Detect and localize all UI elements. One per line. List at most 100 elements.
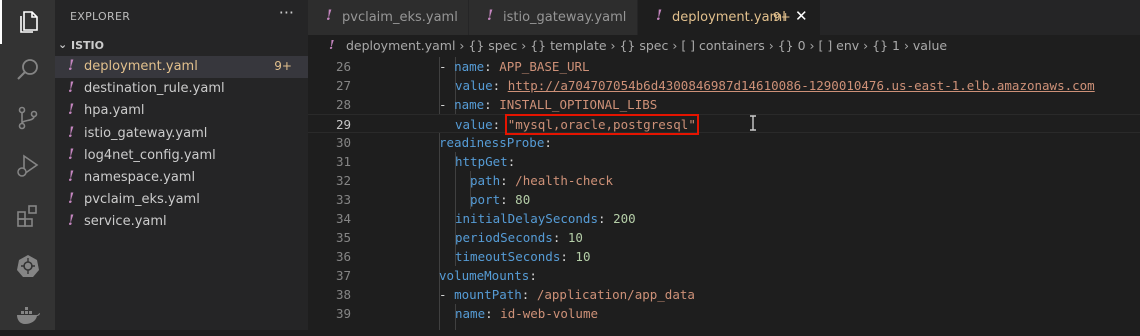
line-number: 28 xyxy=(335,97,351,112)
code-line: 28 - name: INSTALL_OPTIONAL_LIBS xyxy=(308,95,1140,114)
code-line: 26 - name: APP_BASE_URL xyxy=(308,57,1140,76)
file-label: hpa.yaml xyxy=(84,103,145,118)
yaml-key: mountPath xyxy=(454,287,522,302)
folder-label: ISTIO xyxy=(71,39,104,52)
yaml-key: volumeMounts xyxy=(439,268,530,283)
docker-icon[interactable] xyxy=(0,292,55,336)
yaml-key: timeoutSeconds xyxy=(455,249,561,264)
yaml-value: INSTALL_OPTIONAL_LIBS xyxy=(499,97,658,112)
line-number: 32 xyxy=(335,173,351,188)
explorer-icon[interactable] xyxy=(0,0,55,44)
code-editor[interactable]: 26 - name: APP_BASE_URL 27 value: http:/… xyxy=(308,57,1140,330)
file-item-istio-gateway[interactable]: ! istio_gateway.yaml xyxy=(55,123,308,145)
yaml-value: APP_BASE_URL xyxy=(499,59,590,74)
file-item-namespace[interactable]: ! namespace.yaml xyxy=(55,167,308,189)
line-number: 35 xyxy=(335,230,351,245)
yaml-value: /health-check xyxy=(515,173,614,188)
yaml-key: name xyxy=(454,59,485,74)
yaml-file-icon: ! xyxy=(329,37,335,52)
line-number: 37 xyxy=(335,268,351,283)
yaml-key: name xyxy=(454,97,485,112)
yaml-key: port xyxy=(470,192,501,207)
activity-bar xyxy=(0,0,55,330)
highlighted-value: "mysql,oracle,postgresql" xyxy=(504,114,699,135)
extensions-icon[interactable] xyxy=(0,194,55,238)
file-label: log4net_config.yaml xyxy=(84,148,216,163)
file-label: istio_gateway.yaml xyxy=(84,126,208,141)
yaml-value: 200 xyxy=(613,211,636,226)
yaml-key: periodSeconds xyxy=(455,230,553,245)
file-item-deployment[interactable]: ! deployment.yaml 9+ xyxy=(55,56,308,78)
yaml-value: id-web-volume xyxy=(500,306,599,321)
tab-label: istio_gateway.yaml xyxy=(503,10,627,25)
explorer-title: EXPLORER xyxy=(70,10,131,23)
tab-deployment[interactable]: ! deployment.yaml 9+ ✕ xyxy=(638,0,821,35)
yaml-file-icon: ! xyxy=(68,102,75,118)
folder-istio[interactable]: ⌄ ISTIO xyxy=(55,36,308,56)
line-number: 29 xyxy=(335,117,351,132)
yaml-key: value xyxy=(455,117,493,132)
source-control-icon[interactable] xyxy=(0,96,55,140)
yaml-key: httpGet xyxy=(455,154,508,169)
yaml-file-icon: ! xyxy=(656,8,663,24)
yaml-file-icon: ! xyxy=(68,80,75,96)
line-number: 38 xyxy=(335,287,351,302)
url-link[interactable]: http://a704707054b6d4300846987d14610086-… xyxy=(508,78,1095,93)
tab-problems-badge: 9+ xyxy=(773,10,791,24)
code-line: 38 - mountPath: /application/app_data xyxy=(308,285,1140,304)
code-line: 33 port: 80 xyxy=(308,190,1140,209)
editor-tab-bar: ! pvclaim_eks.yaml ! istio_gateway.yaml … xyxy=(308,0,1140,35)
yaml-file-icon: ! xyxy=(487,8,494,24)
file-item-pvclaim-eks[interactable]: ! pvclaim_eks.yaml xyxy=(55,189,308,211)
yaml-value: 10 xyxy=(567,230,583,245)
file-item-destination-rule[interactable]: ! destination_rule.yaml xyxy=(55,78,308,100)
file-label: service.yaml xyxy=(84,214,167,229)
line-number: 30 xyxy=(335,135,351,150)
explorer-panel: EXPLORER ··· ⌄ ISTIO ! deployment.yaml 9… xyxy=(55,0,308,330)
search-icon[interactable] xyxy=(0,48,55,92)
code-line: 35 periodSeconds: 10 xyxy=(308,228,1140,247)
chevron-down-icon: ⌄ xyxy=(58,38,68,51)
yaml-file-icon: ! xyxy=(68,58,75,74)
tab-label: deployment.yaml xyxy=(672,10,786,25)
line-number: 27 xyxy=(335,78,351,93)
code-line: 39 name: id-web-volume xyxy=(308,304,1140,323)
tab-istio-gateway[interactable]: ! istio_gateway.yaml xyxy=(469,0,638,35)
yaml-key: readinessProbe xyxy=(439,135,545,150)
yaml-file-icon: ! xyxy=(68,169,75,185)
line-number: 33 xyxy=(335,192,351,207)
line-number: 26 xyxy=(335,59,351,74)
breadcrumb[interactable]: ! deployment.yaml › {} spec › {} templat… xyxy=(308,35,1140,57)
line-number: 31 xyxy=(335,154,351,169)
yaml-file-icon: ! xyxy=(68,147,75,163)
yaml-file-icon: ! xyxy=(68,191,75,207)
problems-badge: 9+ xyxy=(274,59,292,73)
yaml-file-icon: ! xyxy=(326,8,333,24)
file-label: deployment.yaml xyxy=(84,59,198,74)
file-item-log4net-config[interactable]: ! log4net_config.yaml xyxy=(55,145,308,167)
code-line: 27 value: http://a704707054b6d4300846987… xyxy=(308,76,1140,95)
close-icon[interactable]: ✕ xyxy=(795,7,808,25)
current-line: 29 value: "mysql,oracle,postgresql" xyxy=(308,114,1140,135)
code-line: 36 timeoutSeconds: 10 xyxy=(308,247,1140,266)
yaml-value: /application/app_data xyxy=(536,287,695,302)
tab-label: pvclaim_eks.yaml xyxy=(342,10,458,25)
more-actions-icon[interactable]: ··· xyxy=(279,3,294,22)
yaml-key: value xyxy=(455,78,493,93)
code-line: 32 path: /health-check xyxy=(308,171,1140,190)
code-line: 31 httpGet: xyxy=(308,152,1140,171)
tab-pvclaim-eks[interactable]: ! pvclaim_eks.yaml xyxy=(308,0,469,35)
kubernetes-icon[interactable] xyxy=(0,244,55,288)
yaml-key: name xyxy=(455,306,486,321)
yaml-key: initialDelaySeconds xyxy=(455,211,598,226)
file-item-service[interactable]: ! service.yaml xyxy=(55,211,308,233)
code-line: 37 volumeMounts: xyxy=(308,266,1140,285)
file-item-hpa[interactable]: ! hpa.yaml xyxy=(55,100,308,122)
text-cursor-icon xyxy=(750,115,756,131)
code-line: 30 readinessProbe: xyxy=(308,133,1140,152)
line-number: 39 xyxy=(335,306,351,321)
run-debug-icon[interactable] xyxy=(0,144,55,188)
yaml-file-icon: ! xyxy=(68,213,75,229)
breadcrumb-path[interactable]: deployment.yaml › {} spec › {} template … xyxy=(346,38,947,53)
yaml-value: 10 xyxy=(575,249,591,264)
